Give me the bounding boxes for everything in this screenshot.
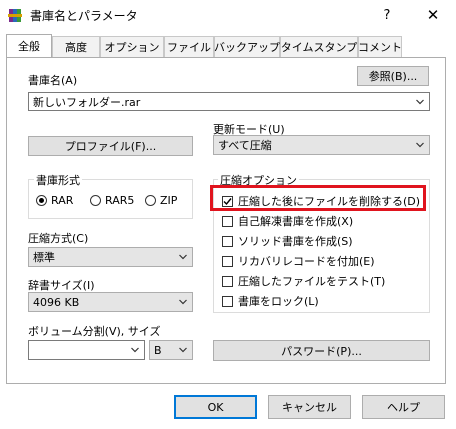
checkbox-test-files[interactable]: 圧縮したファイルをテスト(T) [222,273,385,289]
tab-options[interactable]: オプション [100,36,164,57]
checkbox-sfx-label: 自己解凍書庫を作成(X) [238,215,354,228]
checkbox-recovery-record[interactable]: リカバリレコードを付加(E) [222,253,375,269]
tab-advanced[interactable]: 高度 [52,36,100,57]
radio-zip[interactable]: ZIP [145,194,177,207]
update-mode-value: すべて圧縮 [218,139,272,152]
radio-zip-label: ZIP [160,194,178,207]
checkbox-solid-label: ソリッド書庫を作成(S) [238,235,353,248]
checkbox-box-icon [222,275,233,287]
radio-rar5[interactable]: RAR5 [90,194,134,207]
checkbox-test-label: 圧縮したファイルをテスト(T) [238,275,386,288]
volume-unit-select[interactable]: B [149,340,193,360]
chevron-down-icon[interactable] [416,98,424,106]
archive-name-value: 新しいフォルダー.rar [33,95,141,109]
cancel-button[interactable]: キャンセル [268,395,351,419]
archive-name-field[interactable]: 新しいフォルダー.rar [28,92,430,111]
password-button[interactable]: パスワード(P)... [213,340,430,361]
compression-method-value: 標準 [33,251,55,264]
checkbox-create-sfx[interactable]: 自己解凍書庫を作成(X) [222,213,353,229]
dictionary-size-value: 4096 KB [33,295,80,309]
winrar-books-icon [8,9,22,22]
dictionary-size-select[interactable]: 4096 KB [28,292,193,312]
window-title: 書庫名とパラメータ [30,9,138,23]
volume-size-label: ボリューム分割(V), サイズ [28,325,161,338]
profile-button[interactable]: プロファイル(F)... [28,136,193,156]
radio-dot-icon [145,195,156,206]
checkbox-lock-archive[interactable]: 書庫をロック(L) [222,293,319,309]
help-button[interactable]: ヘルプ [362,395,445,419]
checkbox-box-icon [222,295,233,307]
checkbox-box-icon [222,255,233,267]
radio-rar5-label: RAR5 [105,194,135,207]
chevron-down-icon[interactable] [131,346,139,354]
dictionary-size-label: 辞書サイズ(I) [28,279,95,292]
radio-dot-icon [36,195,47,206]
radio-rar-label: RAR [51,194,74,207]
close-button[interactable]: ✕ [410,0,456,30]
archive-format-title: 書庫形式 [34,172,82,188]
compression-method-label: 圧縮方式(C) [28,232,89,245]
ok-button[interactable]: OK [174,395,257,419]
chevron-down-icon [179,254,187,260]
checkbox-recovery-label: リカバリレコードを付加(E) [238,255,375,268]
checkbox-create-solid[interactable]: ソリッド書庫を作成(S) [222,233,353,249]
help-title-button[interactable]: ? [364,0,410,30]
radio-dot-icon [90,195,101,206]
title-bar: 書庫名とパラメータ ? ✕ [0,0,456,30]
checkbox-lock-label: 書庫をロック(L) [238,295,319,308]
update-mode-select[interactable]: すべて圧縮 [213,135,430,155]
checkbox-box-icon [222,235,233,247]
tab-timestamp[interactable]: タイムスタンプ [280,36,358,57]
archive-name-label: 書庫名(A) [28,74,78,87]
chevron-down-icon [179,299,187,305]
volume-size-input[interactable] [28,340,145,360]
volume-unit-value: B [154,343,162,357]
tab-comment[interactable]: コメント [358,36,402,57]
tab-files[interactable]: ファイル [164,36,214,57]
compression-method-select[interactable]: 標準 [28,247,193,267]
radio-rar[interactable]: RAR [36,194,73,207]
tab-general[interactable]: 全般 [6,34,52,57]
tab-backup[interactable]: バックアップ [214,36,280,57]
browse-button[interactable]: 参照(B)... [357,66,429,86]
checkbox-box-icon [222,215,233,227]
highlight-box [210,185,426,211]
chevron-down-icon [416,142,424,148]
chevron-down-icon [179,347,187,353]
